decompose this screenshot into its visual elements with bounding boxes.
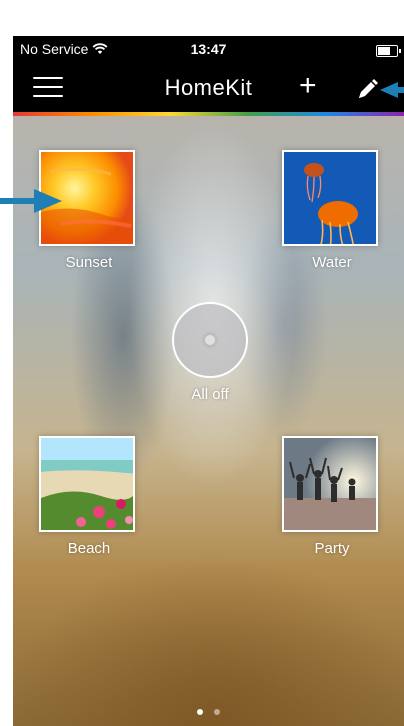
all-off-button[interactable]: All off: [170, 302, 250, 403]
nav-bar: HomeKit +: [13, 63, 404, 112]
scene-thumbnail: [282, 436, 378, 532]
all-off-label: All off: [191, 386, 229, 403]
scene-background: Sunset Water All off Beach Party: [13, 116, 404, 726]
pencil-icon: [359, 79, 378, 98]
status-time: 13:47: [190, 41, 227, 57]
plus-icon: +: [299, 69, 317, 102]
page-indicator[interactable]: [13, 702, 404, 720]
phone-screen: No Service 13:47 HomeKit + Sunset Water …: [13, 36, 404, 726]
scene-label: Water: [312, 254, 352, 271]
scene-label: Beach: [67, 540, 111, 557]
battery-icon: [376, 45, 401, 57]
page-title: HomeKit: [164, 75, 253, 100]
page-dot: [213, 709, 220, 715]
scene-thumbnail: [282, 150, 378, 246]
scene-water[interactable]: Water: [282, 150, 382, 271]
scene-label: Party: [314, 540, 350, 557]
status-bar: No Service 13:47: [13, 36, 404, 63]
scene-thumbnail: [39, 436, 135, 532]
scene-label: Sunset: [65, 254, 113, 271]
page-dot-active: [197, 709, 204, 715]
annotation-arrow-icon: [0, 189, 62, 213]
edit-button[interactable]: [354, 77, 380, 103]
annotation-arrow-icon: [380, 82, 404, 98]
all-off-indicator: [202, 332, 218, 348]
scene-beach[interactable]: Beach: [39, 436, 139, 557]
scene-party[interactable]: Party: [282, 436, 382, 557]
add-button[interactable]: +: [299, 71, 317, 101]
power-off-icon: [172, 302, 248, 378]
